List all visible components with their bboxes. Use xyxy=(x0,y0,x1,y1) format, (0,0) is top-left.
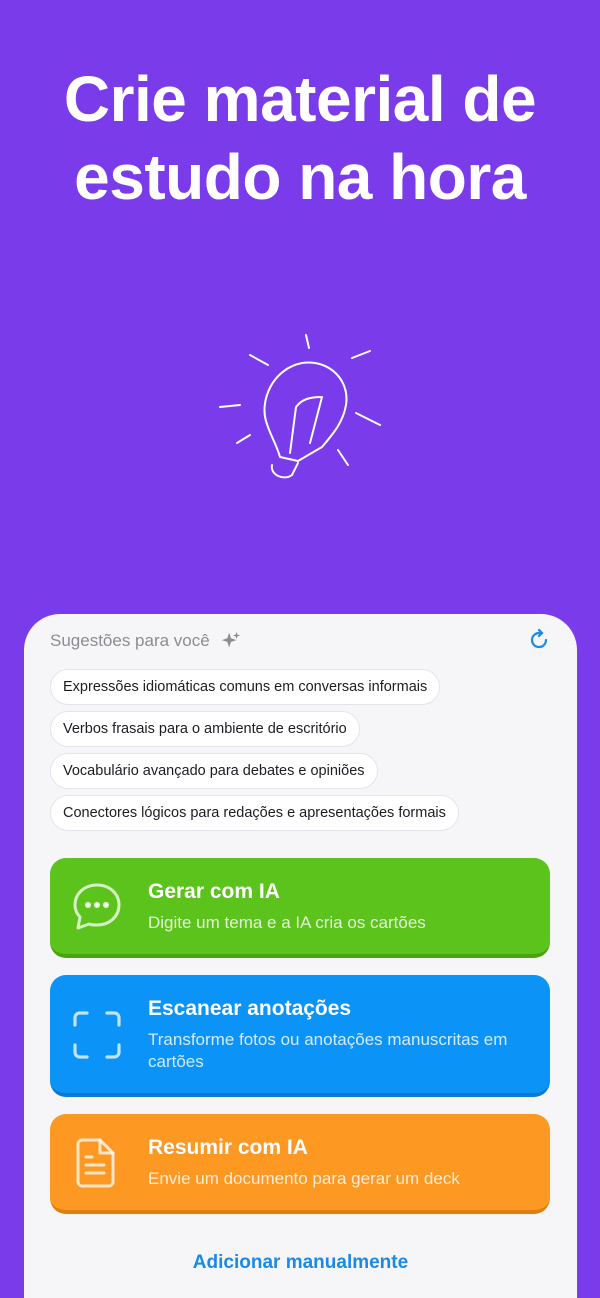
add-manually-link[interactable]: Adicionar manualmente xyxy=(24,1252,577,1274)
summarize-title: Resumir com IA xyxy=(148,1136,308,1159)
lightbulb-icon xyxy=(219,334,381,479)
generate-subtitle: Digite um tema e a IA cria os cartões xyxy=(148,913,426,932)
hero-title-line1: Crie material de xyxy=(63,63,537,135)
suggestion-chips: Expressões idiomáticas comuns em convers… xyxy=(50,669,560,837)
scan-frame-icon xyxy=(73,1011,121,1059)
refresh-icon[interactable] xyxy=(527,628,551,652)
suggestion-chip[interactable]: Expressões idiomáticas comuns em convers… xyxy=(50,669,441,705)
scan-subtitle: Transforme fotos ou anotações manuscrita… xyxy=(148,1030,508,1071)
generate-with-ai-button[interactable]: Gerar com IA Digite um tema e a IA cria … xyxy=(50,858,550,958)
suggestion-chip[interactable]: Vocabulário avançado para debates e opin… xyxy=(50,753,378,789)
generate-title: Gerar com IA xyxy=(148,880,280,903)
scan-title: Escanear anotações xyxy=(148,997,352,1020)
suggestion-chip[interactable]: Verbos frasais para o ambiente de escrit… xyxy=(50,711,360,747)
document-icon xyxy=(76,1138,115,1188)
suggestions-heading: Sugestões para você xyxy=(50,631,210,650)
hero-title: Crie material de estudo na hora xyxy=(0,60,600,216)
creation-panel: Sugestões para você Expressões idiomátic… xyxy=(24,614,577,1298)
chat-bubble-icon xyxy=(73,883,121,930)
summarize-with-ai-button[interactable]: Resumir com IA Envie um documento para g… xyxy=(50,1114,550,1214)
suggestion-chip[interactable]: Conectores lógicos para redações e apres… xyxy=(50,795,459,831)
sparkles-icon xyxy=(221,631,240,648)
hero-title-line2: estudo na hora xyxy=(74,141,526,213)
scan-notes-button[interactable]: Escanear anotações Transforme fotos ou a… xyxy=(50,975,550,1097)
suggestions-header: Sugestões para você xyxy=(50,630,242,652)
summarize-subtitle: Envie um documento para gerar um deck xyxy=(148,1169,460,1188)
